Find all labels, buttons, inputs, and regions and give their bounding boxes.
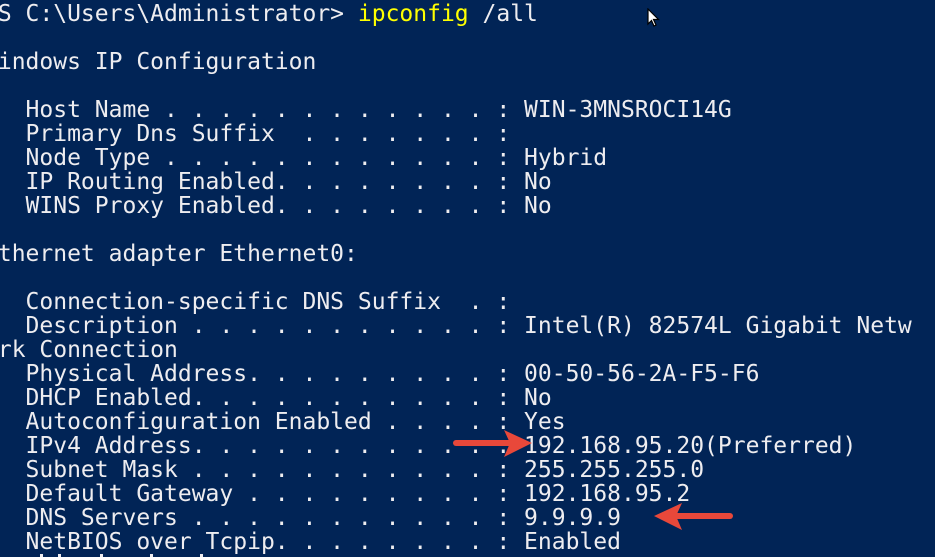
config-row-description: Description . . . . . . . . . . . : Inte… [0,314,912,338]
config-value: Enabled [524,529,621,555]
config-label: Node Type . . . . . . . . . . . . : [0,145,525,171]
powershell-console[interactable]: PS C:\Users\Administrator> ipconfig /all… [0,0,935,557]
config-row-default-gateway: Default Gateway . . . . . . . . . : 192.… [0,481,691,507]
config-value: 00-50-56-2A-F5-F6 [524,361,760,387]
config-value: WIN-3MNSROCI14G [524,97,732,123]
config-row-ipv4-address: IPv4 Address. . . . . . . . . . . : 192.… [0,433,857,459]
config-label: Physical Address. . . . . . . . . : [0,361,525,387]
config-row-dns-servers: DNS Servers . . . . . . . . . . . : 9.9.… [0,506,621,530]
config-label: DHCP Enabled. . . . . . . . . . . : [0,385,525,411]
red-arrow-icon-dns [654,503,733,530]
config-row-host-name: Host Name . . . . . . . . . . . . : WIN-… [0,98,732,122]
prompt-command: ipconfig [357,1,469,27]
config-row-primary-dns-suffix: Primary Dns Suffix . . . . . . . : [0,122,524,146]
config-label: IP Routing Enabled. . . . . . . . : [0,169,525,195]
config-row-dns-suffix: Connection-specific DNS Suffix . : [0,290,524,314]
config-row-node-type: Node Type . . . . . . . . . . . . : Hybr… [0,145,608,171]
config-value: 192.168.95.20(Preferred) [524,433,857,459]
section-title-ethernet-adapter: Ethernet adapter Ethernet0: [0,241,358,267]
config-value: No [524,169,552,195]
prompt-line: PS C:\Users\Administrator> ipconfig /all [0,2,538,26]
config-value: 9.9.9.9 [524,505,621,531]
config-label: Description . . . . . . . . . . . : [0,313,525,339]
config-value: Hybrid [524,145,608,171]
config-label: Subnet Mask . . . . . . . . . . . : [0,457,525,483]
config-row-ip-routing: IP Routing Enabled. . . . . . . . : No [0,170,552,194]
config-label: ork Connection [0,337,178,363]
config-row-physical-address: Physical Address. . . . . . . . . : 00-5… [0,361,760,387]
red-arrow-icon-ipv4 [453,430,532,457]
mouse-pointer-icon [647,8,660,27]
section-title-windows-ip: Windows IP Configuration [0,49,317,75]
config-label: Primary Dns Suffix . . . . . . . : [0,121,525,147]
config-label: Default Gateway . . . . . . . . . : [0,481,525,507]
config-label: Host Name . . . . . . . . . . . . : [0,97,525,123]
config-row-wins-proxy: WINS Proxy Enabled. . . . . . . . : No [0,194,552,218]
config-row-description-wrap: ork Connection [0,338,178,362]
config-label: Autoconfiguration Enabled . . . . : [0,409,525,435]
config-row-subnet-mask: Subnet Mask . . . . . . . . . . . : 255.… [0,457,705,483]
config-value: 255.255.255.0 [524,457,705,483]
cut-off-text-row [40,554,203,557]
prompt-args: /all [468,1,538,27]
config-label: DNS Servers . . . . . . . . . . . : [0,505,525,531]
config-label: Connection-specific DNS Suffix . : [0,289,525,315]
config-label: WINS Proxy Enabled. . . . . . . . : [0,193,525,219]
config-value: No [524,385,552,411]
config-label: IPv4 Address. . . . . . . . . . . : [0,433,525,459]
config-value: Intel(R) 82574L Gigabit Netw [524,313,912,339]
config-value: No [524,193,552,219]
prompt-path: PS C:\Users\Administrator> [0,1,358,27]
config-row-dhcp-enabled: DHCP Enabled. . . . . . . . . . . : No [0,386,552,410]
